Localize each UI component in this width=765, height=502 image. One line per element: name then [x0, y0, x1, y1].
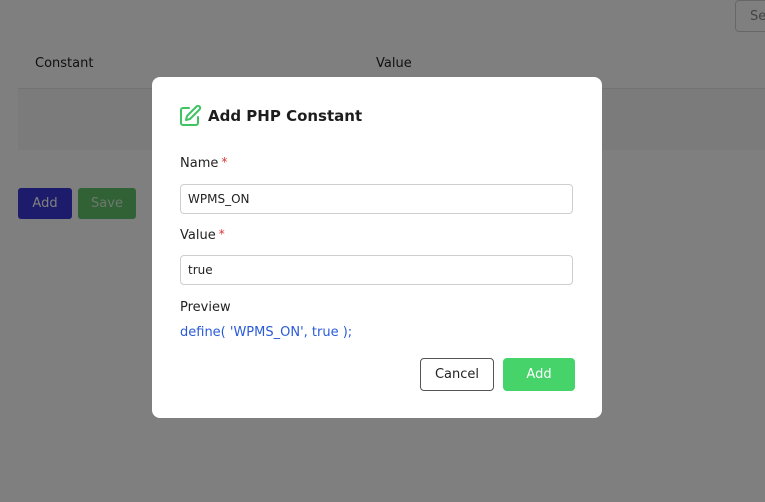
edit-icon [178, 104, 202, 128]
name-label-text: Name [180, 156, 219, 171]
preview-label: Preview [180, 300, 231, 315]
value-input[interactable] [180, 255, 573, 285]
required-marker: * [221, 155, 228, 169]
name-input[interactable] [180, 184, 573, 214]
name-label: Name * [180, 155, 228, 171]
value-label-text: Value [180, 228, 216, 243]
add-button[interactable]: Add [503, 358, 575, 391]
required-marker: * [218, 227, 225, 241]
dialog-header: Add PHP Constant [178, 104, 362, 128]
dialog-title: Add PHP Constant [208, 107, 363, 125]
value-label: Value * [180, 227, 225, 243]
cancel-button[interactable]: Cancel [420, 358, 494, 391]
add-constant-dialog: Add PHP Constant Name* Value* Preview de… [152, 77, 602, 418]
preview-code: define( 'WPMS_ON', true ); [180, 325, 353, 340]
